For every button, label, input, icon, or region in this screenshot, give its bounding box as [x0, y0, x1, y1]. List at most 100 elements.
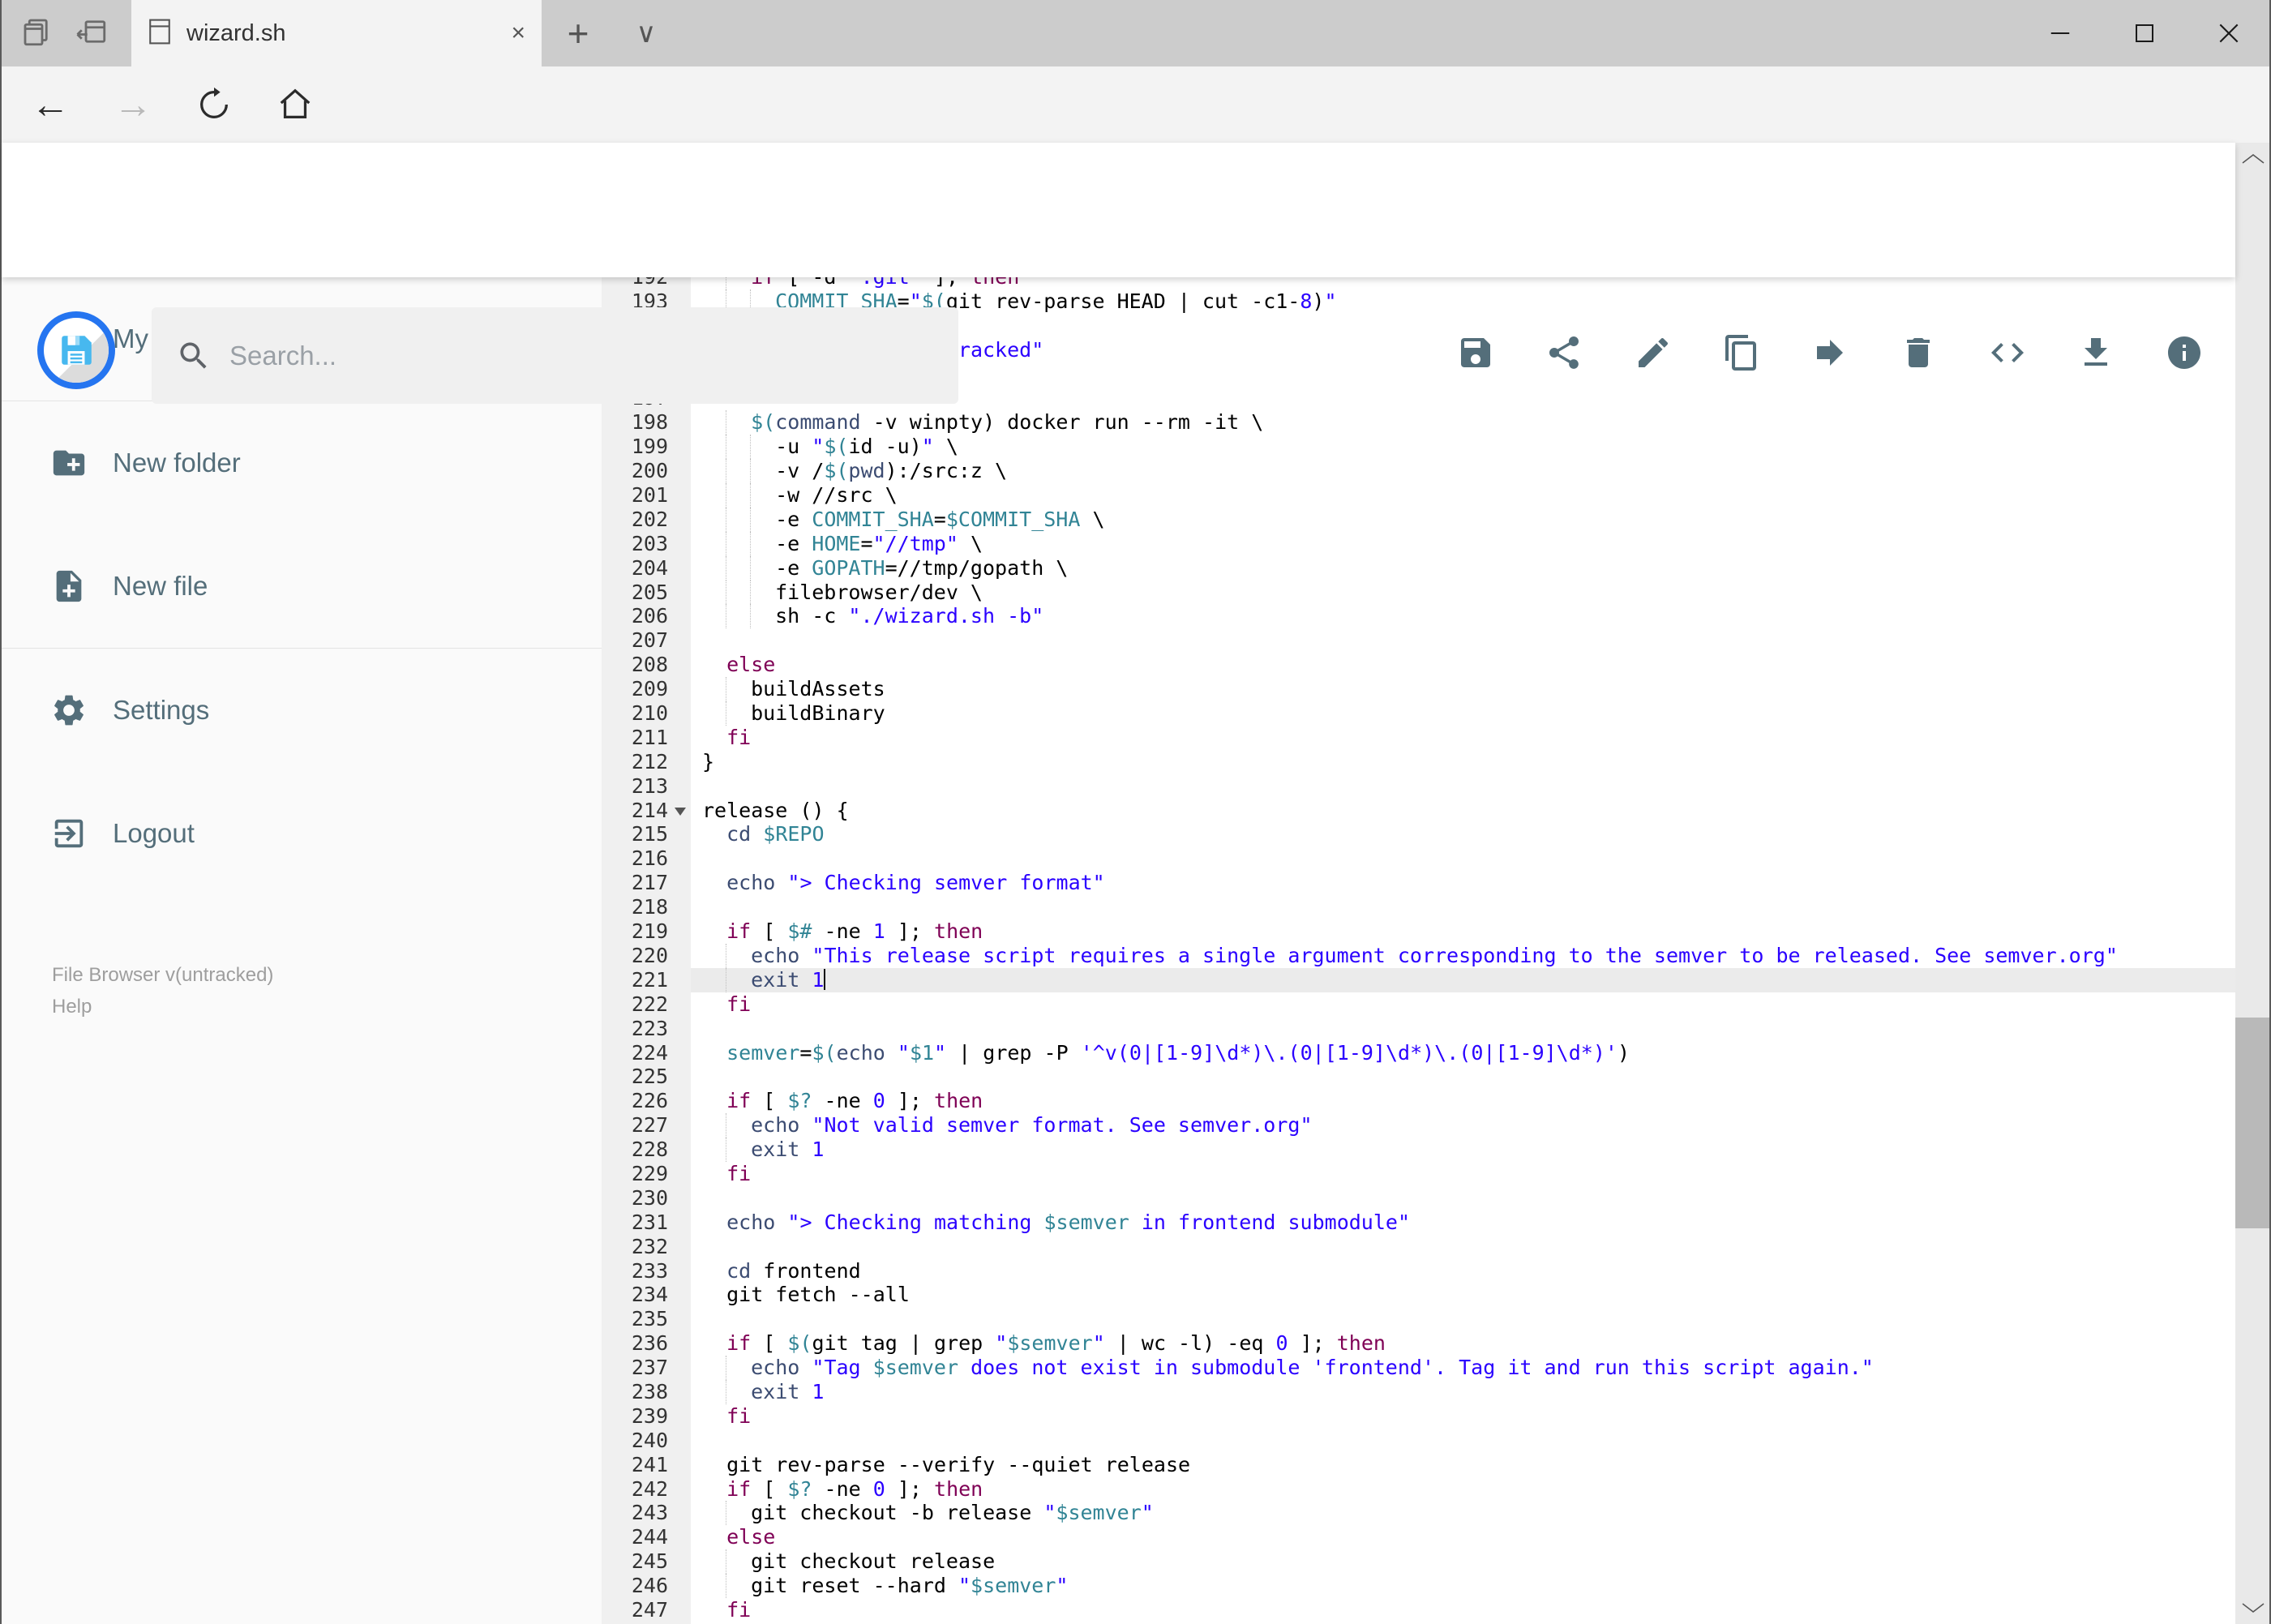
tab-close-icon[interactable]: × — [511, 21, 525, 45]
window-close-button[interactable] — [2187, 0, 2271, 66]
code-text: -u "$(id -u)" \ — [691, 435, 2235, 460]
sidebar-item-label: Settings — [113, 695, 210, 725]
search-input[interactable]: Search... — [152, 307, 958, 404]
code-line[interactable]: 200 -v /$(pwd):/src:z \ — [602, 459, 2235, 484]
forward-button[interactable]: → — [109, 66, 157, 143]
code-line[interactable]: 239 fi — [602, 1403, 2235, 1429]
code-line[interactable]: 227 echo "Not valid semver format. See s… — [602, 1113, 2235, 1138]
code-line[interactable]: 247 fi — [602, 1597, 2235, 1622]
code-line[interactable]: 229 fi — [602, 1161, 2235, 1186]
code-line[interactable]: 230 — [602, 1185, 2235, 1211]
code-line[interactable]: 222 fi — [602, 992, 2235, 1017]
code-line[interactable]: 225 — [602, 1065, 2235, 1090]
line-number: 220 — [602, 943, 691, 968]
code-line[interactable]: 237 echo "Tag $semver does not exist in … — [602, 1356, 2235, 1380]
code-line[interactable]: 214 release () { — [602, 798, 2235, 823]
new-file-icon — [56, 570, 82, 602]
back-button[interactable]: ← — [26, 66, 75, 143]
line-number: 233 — [602, 1258, 691, 1283]
code-line[interactable]: 205 filebrowser/dev \ — [602, 580, 2235, 605]
code-line[interactable]: 243 git checkout -b release "$semver" — [602, 1501, 2235, 1526]
code-line[interactable]: 224 semver=$(echo "$1" | grep -P '^v(0|[… — [602, 1040, 2235, 1065]
code-line[interactable]: 216 — [602, 846, 2235, 872]
home-button[interactable] — [271, 66, 319, 143]
help-link[interactable]: Help — [52, 991, 273, 1022]
code-line[interactable]: 204 -e GOPATH=//tmp/gopath \ — [602, 555, 2235, 581]
code-text: fi — [726, 725, 752, 749]
copy-button[interactable] — [1719, 330, 1764, 375]
raw-code-button[interactable] — [1985, 330, 2030, 375]
window-minimize-button[interactable] — [2018, 0, 2102, 66]
tab-preview-icon[interactable] — [19, 15, 54, 53]
code-text: if [ $(git tag | grep "$semver" | wc -l)… — [726, 1331, 1386, 1356]
share-file-button[interactable] — [1541, 330, 1587, 375]
new-tab-button[interactable]: + — [550, 0, 606, 66]
code-line[interactable]: 212} — [602, 749, 2235, 774]
code-line[interactable]: 206 sh -c "./wizard.sh -b" — [602, 604, 2235, 629]
code-line[interactable]: 199 -u "$(id -u)" \ — [602, 435, 2235, 460]
code-text: sh -c "./wizard.sh -b" — [691, 604, 2235, 629]
info-button[interactable] — [2162, 330, 2207, 375]
code-line[interactable]: 231 echo "> Checking matching $semver in… — [602, 1210, 2235, 1235]
scroll-up-arrow[interactable] — [2235, 143, 2271, 175]
line-number: 243 — [602, 1501, 691, 1526]
vertical-scrollbar[interactable] — [2235, 143, 2271, 1624]
sidebar-item-new-folder[interactable]: New folder — [2, 401, 602, 525]
edit-button[interactable] — [1630, 330, 1676, 375]
code-line[interactable]: 238 exit 1 — [602, 1379, 2235, 1404]
code-editor[interactable]: 192 if [ -d ".git" ]; then193 COMMIT_SHA… — [602, 277, 2235, 1624]
code-line[interactable]: 228 exit 1 — [602, 1138, 2235, 1162]
code-line[interactable]: 245 git checkout release — [602, 1549, 2235, 1575]
fold-widget-icon[interactable] — [675, 807, 686, 816]
code-line[interactable]: 220 echo "This release script requires a… — [602, 943, 2235, 968]
code-line[interactable]: 209 buildAssets — [602, 677, 2235, 702]
code-line[interactable]: 246 git reset --hard "$semver" — [602, 1574, 2235, 1598]
browser-tab[interactable]: wizard.sh × — [131, 0, 542, 66]
scroll-down-arrow[interactable] — [2235, 1592, 2271, 1624]
code-line[interactable]: 203 -e HOME="//tmp" \ — [602, 531, 2235, 556]
search-placeholder: Search... — [229, 340, 337, 371]
delete-button[interactable] — [1896, 330, 1941, 375]
code-line[interactable]: 235 — [602, 1307, 2235, 1332]
code-line[interactable]: 210 buildBinary — [602, 701, 2235, 726]
code-line[interactable]: 234 git fetch --all — [602, 1283, 2235, 1308]
filebrowser-logo[interactable] — [37, 311, 115, 389]
code-line[interactable]: 207 — [602, 628, 2235, 653]
code-line[interactable]: 242 if [ $? -ne 0 ]; then — [602, 1476, 2235, 1502]
code-text: -e GOPATH=//tmp/gopath \ — [691, 555, 2235, 581]
code-line[interactable]: 218 — [602, 895, 2235, 920]
code-line[interactable]: 241 git rev-parse --verify --quiet relea… — [602, 1452, 2235, 1477]
code-line[interactable]: 211 fi — [602, 725, 2235, 750]
code-line[interactable]: 202 -e COMMIT_SHA=$COMMIT_SHA \ — [602, 507, 2235, 532]
code-line[interactable]: 240 — [602, 1428, 2235, 1453]
line-number: 215 — [602, 822, 691, 847]
code-line[interactable]: 233 cd frontend — [602, 1258, 2235, 1283]
code-line[interactable]: 236 if [ $(git tag | grep "$semver" | wc… — [602, 1331, 2235, 1356]
set-tabs-aside-icon[interactable] — [75, 15, 109, 53]
refresh-button[interactable] — [190, 66, 238, 143]
tab-list-dropdown[interactable]: ∨ — [618, 0, 675, 66]
code-line[interactable]: 213 — [602, 773, 2235, 799]
code-line[interactable]: 223 — [602, 1016, 2235, 1041]
scrollbar-thumb[interactable] — [2235, 1018, 2271, 1228]
sidebar-item-settings[interactable]: Settings — [2, 649, 602, 772]
code-line[interactable]: 232 — [602, 1234, 2235, 1259]
sidebar-item-logout[interactable]: Logout — [2, 772, 602, 895]
sidebar-item-new-file[interactable]: New file — [2, 525, 602, 648]
code-line[interactable]: 217 echo "> Checking semver format" — [602, 871, 2235, 896]
download-button[interactable] — [2073, 330, 2119, 375]
code-line[interactable]: 215 cd $REPO — [602, 822, 2235, 847]
code-line[interactable]: 221 exit 1 — [602, 967, 2235, 992]
code-line[interactable]: 201 -w //src \ — [602, 483, 2235, 508]
window-maximize-button[interactable] — [2102, 0, 2187, 66]
gear-icon — [54, 695, 84, 726]
code-line[interactable]: 208 else — [602, 653, 2235, 678]
code-line[interactable]: 219 if [ $# -ne 1 ]; then — [602, 919, 2235, 944]
code-line[interactable]: 244 else — [602, 1525, 2235, 1550]
save-button[interactable] — [1453, 330, 1498, 375]
line-number: 218 — [602, 895, 691, 920]
line-number: 237 — [602, 1356, 691, 1380]
code-line[interactable]: 226 if [ $? -ne 0 ]; then — [602, 1089, 2235, 1114]
move-button[interactable] — [1807, 330, 1853, 375]
